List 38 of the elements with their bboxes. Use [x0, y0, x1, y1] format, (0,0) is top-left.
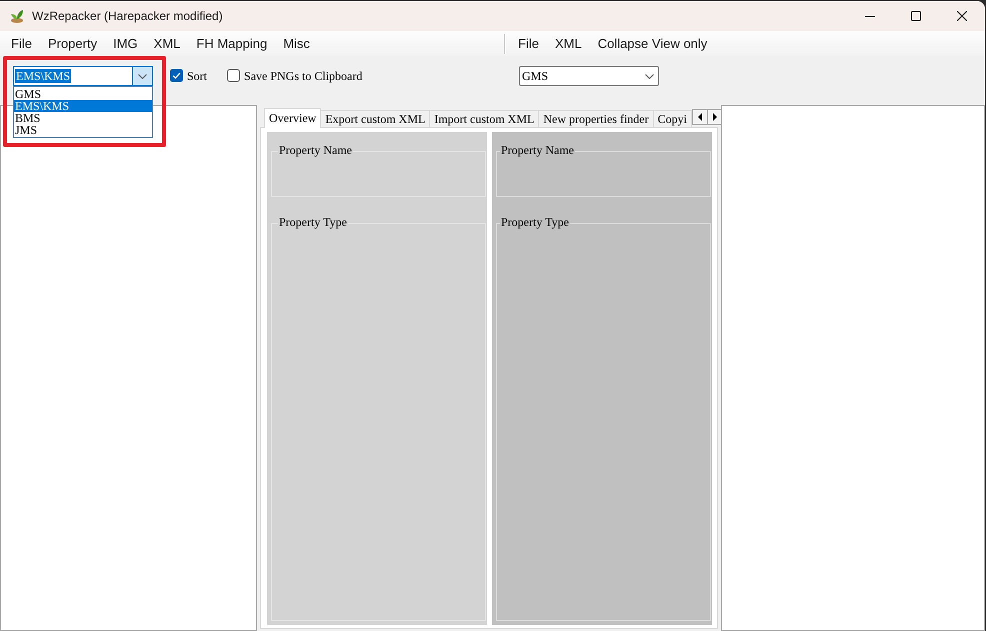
dropdown-arrow-button[interactable]: [132, 67, 152, 85]
caret-right-icon: [713, 113, 718, 121]
dropdown-option[interactable]: JMS: [14, 124, 152, 136]
tab[interactable]: Export custom XML: [321, 110, 430, 127]
menu-item[interactable]: File: [510, 36, 547, 52]
checkbox-label[interactable]: Save PNGs to Clipboard: [244, 68, 362, 84]
region-dropdown[interactable]: EMS\KMS: [13, 66, 153, 86]
menu-item[interactable]: IMG: [105, 36, 146, 52]
group-label: Property Type: [500, 215, 570, 230]
close-icon: [957, 11, 967, 21]
region-dropdown[interactable]: GMS: [519, 66, 659, 86]
dropdown-option[interactable]: BMS: [14, 112, 152, 124]
group-label: Property Type: [278, 215, 348, 230]
maximize-icon: [911, 11, 921, 21]
menu-item[interactable]: XML: [546, 36, 590, 52]
tab[interactable]: Copyi: [654, 110, 692, 127]
caret-left-icon: [698, 113, 702, 121]
tab[interactable]: Import custom XML: [430, 110, 540, 127]
window-title: WzRepacker (Harepacker modified): [32, 8, 223, 24]
tab[interactable]: New properties finder: [539, 110, 654, 127]
menu-item[interactable]: XML: [146, 36, 188, 52]
chevron-down-icon: [645, 74, 654, 78]
group-label: Property Name: [500, 143, 575, 158]
menu-item[interactable]: File: [3, 36, 40, 52]
checkbox[interactable]: [170, 69, 183, 82]
dropdown-option[interactable]: EMS\KMS: [14, 100, 152, 112]
group-label: Property Name: [278, 143, 353, 158]
menu-item[interactable]: Misc: [275, 36, 318, 52]
sprout-icon: [10, 9, 24, 23]
menu-item[interactable]: FH Mapping: [188, 36, 276, 52]
menu-item[interactable]: Property: [40, 36, 106, 52]
tab-scroll-left-button[interactable]: [692, 109, 708, 125]
dropdown-option[interactable]: GMS: [14, 88, 152, 100]
chevron-down-icon: [138, 74, 147, 78]
menu-item[interactable]: Collapse View only: [590, 36, 716, 52]
checkbox[interactable]: [227, 69, 240, 82]
checkbox-label[interactable]: Sort: [187, 68, 208, 84]
tab[interactable]: Overview: [264, 108, 322, 128]
